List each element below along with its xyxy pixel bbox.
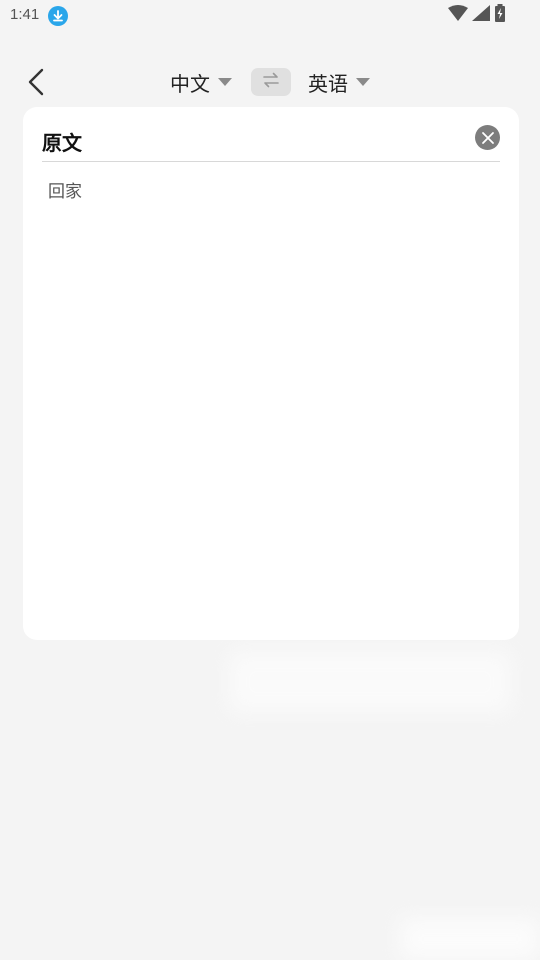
- caret-down-icon: [218, 78, 232, 86]
- source-language-label: 中文: [170, 71, 210, 96]
- source-text-input[interactable]: 回家: [48, 177, 82, 202]
- target-language-label: 英语: [308, 71, 348, 96]
- swap-arrows-icon: [262, 72, 280, 92]
- caret-down-icon: [356, 78, 370, 86]
- blurred-background: [400, 918, 540, 960]
- swap-languages-button[interactable]: [251, 68, 291, 96]
- source-text-card: 原文 回家: [23, 107, 519, 640]
- card-title: 原文: [42, 131, 82, 155]
- status-time: 1:41: [10, 6, 40, 23]
- chevron-left-icon[interactable]: [22, 66, 54, 98]
- download-icon: [48, 6, 68, 26]
- battery-icon: [494, 4, 506, 26]
- status-bar: 1:41: [0, 0, 540, 32]
- wifi-icon: [448, 5, 468, 25]
- close-circle-icon[interactable]: [475, 125, 500, 150]
- status-icons: [448, 4, 506, 26]
- top-navigation: 中文 英语: [0, 58, 540, 106]
- source-language-selector[interactable]: 中文: [170, 68, 232, 96]
- card-header: 原文: [42, 125, 500, 162]
- blurred-background: [230, 652, 510, 712]
- signal-icon: [472, 5, 490, 25]
- target-language-selector[interactable]: 英语: [308, 68, 370, 96]
